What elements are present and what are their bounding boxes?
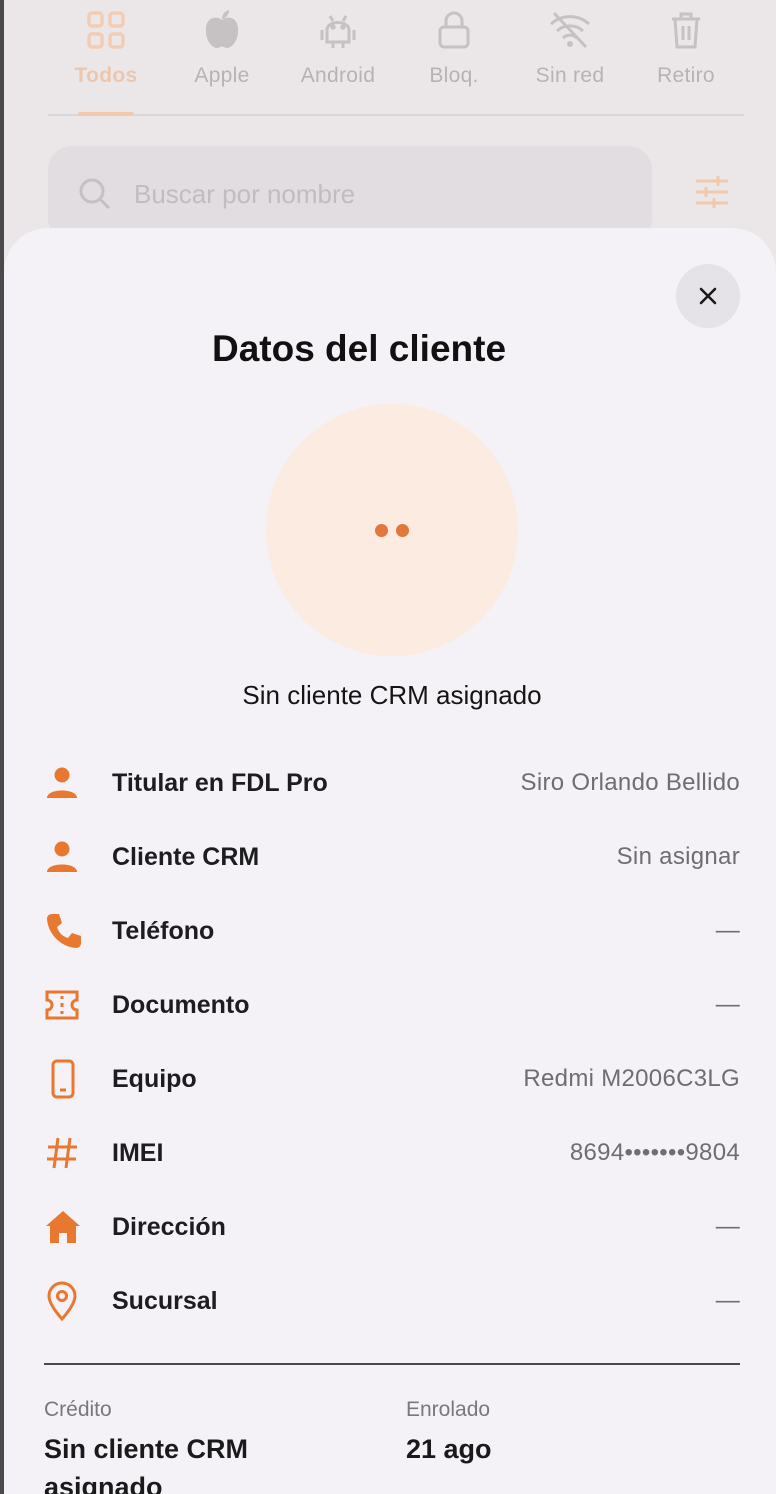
row-value: — bbox=[715, 1287, 740, 1314]
ticket-icon bbox=[44, 985, 96, 1025]
tab-active-indicator bbox=[78, 112, 134, 116]
tab-label: Sin red bbox=[535, 64, 605, 87]
row-value: — bbox=[715, 917, 740, 944]
tab-apple[interactable]: Apple bbox=[164, 0, 280, 116]
lock-icon bbox=[432, 8, 476, 52]
avatar bbox=[266, 404, 518, 656]
credito-value: Sin cliente CRM asignado bbox=[44, 1430, 364, 1494]
client-info-list: Titular en FDL Pro Siro Orlando Bellido … bbox=[44, 746, 740, 1338]
row-value: Siro Orlando Bellido bbox=[520, 769, 740, 796]
avatar-dot bbox=[396, 524, 409, 537]
search-placeholder: Buscar por nombre bbox=[134, 179, 356, 209]
hash-icon bbox=[44, 1133, 96, 1173]
row-value: Sin asignar bbox=[616, 843, 740, 870]
row-label: Titular en FDL Pro bbox=[112, 768, 328, 797]
row-label: Documento bbox=[112, 990, 250, 1019]
tab-android[interactable]: Android bbox=[280, 0, 396, 116]
tab-label: Bloq. bbox=[429, 64, 479, 87]
row-value: — bbox=[715, 991, 740, 1018]
tab-todos[interactable]: Todos bbox=[48, 0, 164, 116]
trash-icon bbox=[664, 8, 708, 52]
row-value: 8694•••••••9804 bbox=[569, 1139, 740, 1166]
location-pin-icon bbox=[44, 1281, 96, 1321]
row-sucursal: Sucursal — bbox=[44, 1264, 740, 1338]
row-documento: Documento — bbox=[44, 968, 740, 1042]
sheet-title: Datos del cliente bbox=[211, 328, 507, 369]
smartphone-icon bbox=[44, 1059, 96, 1099]
row-label: Sucursal bbox=[112, 1286, 218, 1315]
wifi-off-icon bbox=[548, 8, 592, 52]
person-icon bbox=[44, 763, 96, 803]
home-icon bbox=[44, 1207, 96, 1247]
row-label: Equipo bbox=[112, 1064, 197, 1093]
row-value: Redmi M2006C3LG bbox=[523, 1065, 740, 1092]
row-imei: IMEI 8694•••••••9804 bbox=[44, 1116, 740, 1190]
row-label: Cliente CRM bbox=[112, 842, 260, 871]
row-cliente-crm: Cliente CRM Sin asignar bbox=[44, 820, 740, 894]
filter-tabs: Todos Apple Android Bloq. Sin red Retiro bbox=[48, 0, 744, 116]
avatar-dot bbox=[375, 524, 388, 537]
client-details-sheet: Datos del cliente Sin cliente CRM asigna… bbox=[4, 228, 776, 1494]
row-equipo: Equipo Redmi M2006C3LG bbox=[44, 1042, 740, 1116]
credito-value-line1: Sin cliente CRM bbox=[44, 1434, 249, 1464]
apple-icon bbox=[200, 8, 244, 52]
tab-bloqueados[interactable]: Bloq. bbox=[396, 0, 512, 116]
close-button[interactable] bbox=[676, 264, 740, 328]
tab-sin-red[interactable]: Sin red bbox=[512, 0, 628, 116]
row-telefono: Teléfono — bbox=[44, 894, 740, 968]
tab-label: Android bbox=[300, 64, 376, 87]
row-value: — bbox=[715, 1213, 740, 1240]
row-titular: Titular en FDL Pro Siro Orlando Bellido bbox=[44, 746, 740, 820]
tab-retiro[interactable]: Retiro bbox=[628, 0, 744, 116]
filter-sliders-icon[interactable] bbox=[692, 172, 732, 212]
android-icon bbox=[316, 8, 360, 52]
search-icon bbox=[78, 177, 112, 211]
grid-icon bbox=[84, 8, 128, 52]
person-icon bbox=[44, 837, 96, 877]
credito-value-line2: asignado bbox=[44, 1472, 163, 1494]
row-direccion: Dirección — bbox=[44, 1190, 740, 1264]
section-divider bbox=[44, 1363, 740, 1365]
enrolado-label: Enrolado bbox=[406, 1398, 491, 1421]
crm-status-text: Sin cliente CRM asignado bbox=[242, 680, 542, 710]
tab-label: Apple bbox=[194, 64, 250, 87]
row-label: IMEI bbox=[112, 1138, 164, 1167]
phone-icon bbox=[44, 911, 96, 951]
tab-label: Todos bbox=[74, 64, 138, 87]
close-icon bbox=[699, 287, 717, 305]
tab-label: Retiro bbox=[657, 64, 715, 87]
credito-label: Crédito bbox=[44, 1398, 112, 1421]
row-label: Teléfono bbox=[112, 916, 215, 945]
row-label: Dirección bbox=[112, 1212, 226, 1241]
enrolado-value: 21 ago bbox=[406, 1434, 492, 1464]
